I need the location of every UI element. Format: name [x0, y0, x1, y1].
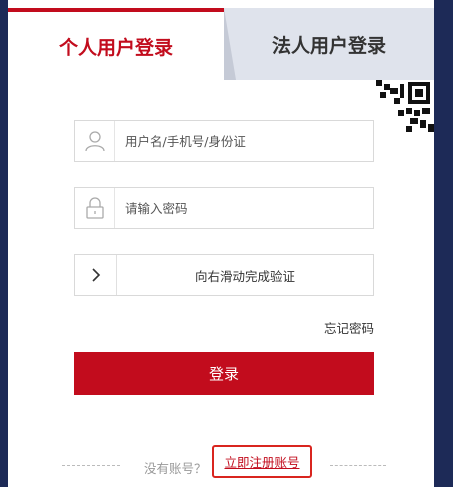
tab-corporate-login[interactable]: 法人用户登录: [224, 8, 434, 80]
register-highlight: 立即注册账号: [212, 445, 312, 478]
tab-personal-login-label: 个人用户登录: [58, 36, 173, 59]
user-icon: [75, 121, 115, 161]
qr-code-icon[interactable]: [370, 80, 434, 136]
username-input[interactable]: [115, 122, 373, 160]
footer-divider-left: [62, 465, 120, 466]
chevron-right-icon: [91, 268, 100, 282]
tab-personal-login[interactable]: 个人用户登录: [8, 8, 224, 80]
login-button[interactable]: 登录: [74, 352, 374, 395]
tab-divider: [224, 8, 236, 80]
lock-icon: [75, 188, 115, 228]
password-field: [74, 187, 374, 229]
slider-hint: 向右滑动完成验证: [194, 268, 295, 284]
forgot-password-link[interactable]: 忘记密码: [324, 318, 374, 337]
slider-handle[interactable]: [75, 255, 117, 295]
footer-divider-right: [330, 465, 386, 466]
slide-verify: 向右滑动完成验证: [74, 254, 374, 296]
no-account-text: 没有账号？: [144, 461, 207, 476]
password-input[interactable]: [115, 189, 373, 227]
register-link[interactable]: 立即注册账号: [224, 452, 299, 471]
tab-corporate-login-label: 法人用户登录: [271, 34, 386, 57]
username-field: [74, 120, 374, 162]
